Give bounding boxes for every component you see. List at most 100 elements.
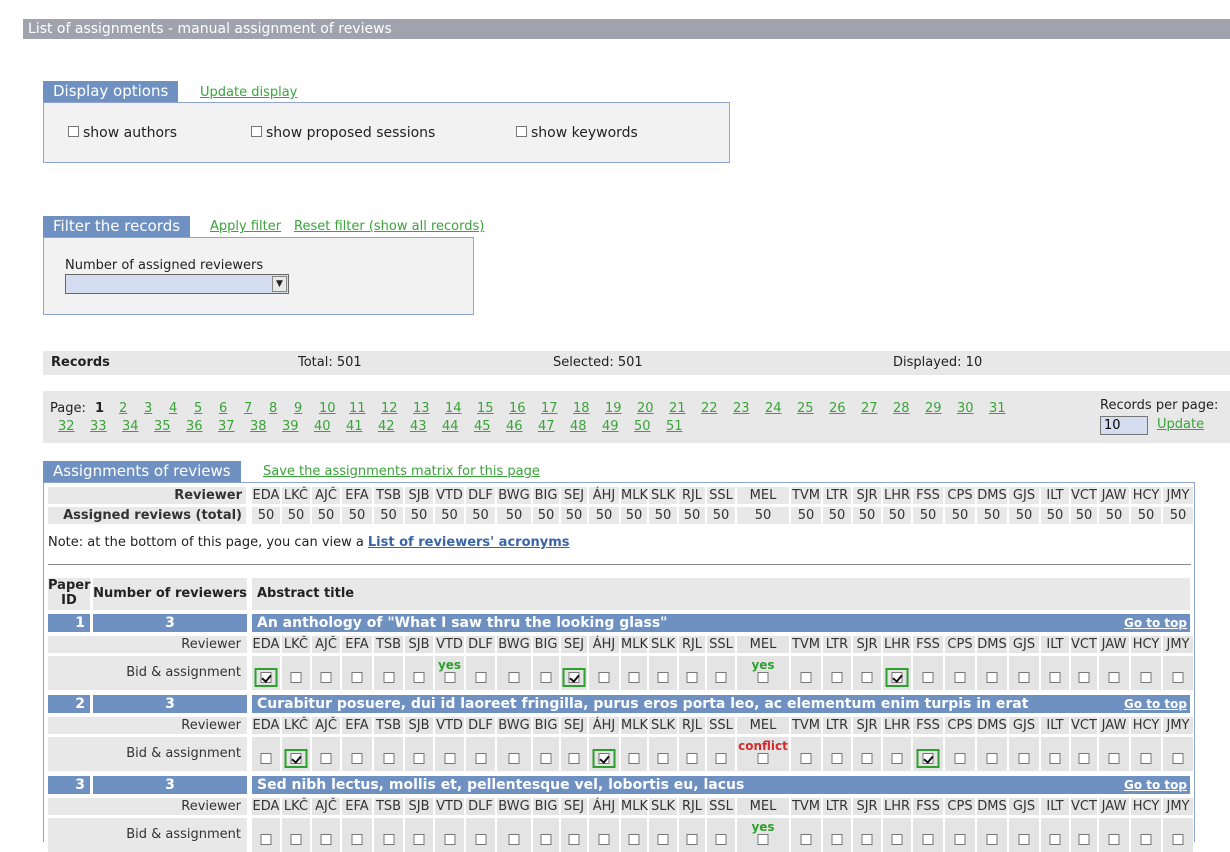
assignment-checkbox[interactable] xyxy=(413,834,425,845)
assignment-checkbox-wrap[interactable] xyxy=(1103,830,1126,849)
assignment-checkbox-wrap[interactable] xyxy=(623,668,646,687)
assignment-checkbox[interactable] xyxy=(508,834,520,845)
assignment-checkbox[interactable] xyxy=(715,672,727,683)
assignment-checkbox-wrap[interactable] xyxy=(681,749,704,768)
assignment-checkbox-wrap[interactable] xyxy=(1044,668,1067,687)
assignment-checkbox[interactable] xyxy=(861,753,873,764)
page-link[interactable]: 18 xyxy=(573,401,590,416)
assignment-checkbox[interactable] xyxy=(757,753,769,764)
assignment-checkbox-wrap[interactable] xyxy=(795,830,818,849)
assignment-checkbox-wrap[interactable] xyxy=(563,749,586,768)
assignment-checkbox[interactable] xyxy=(628,672,640,683)
assignment-checkbox-wrap[interactable] xyxy=(752,830,775,849)
assignment-checkbox[interactable] xyxy=(290,672,302,683)
assignment-checkbox[interactable] xyxy=(800,834,812,845)
assignment-checkbox[interactable] xyxy=(1172,672,1184,683)
assignment-checkbox-wrap[interactable] xyxy=(681,830,704,849)
assignment-checkbox[interactable] xyxy=(568,753,580,764)
assignment-checkbox-wrap[interactable] xyxy=(917,668,940,687)
reset-filter-link[interactable]: Reset filter (show all records) xyxy=(294,219,484,234)
assignment-checkbox-wrap[interactable] xyxy=(346,749,369,768)
assignment-checkbox[interactable] xyxy=(598,672,610,683)
assignment-checkbox-wrap[interactable] xyxy=(652,749,675,768)
page-link[interactable]: 43 xyxy=(410,419,427,434)
go-to-top-link[interactable]: Go to top xyxy=(1124,778,1187,792)
assignment-checkbox[interactable] xyxy=(1108,834,1120,845)
assignment-checkbox-wrap[interactable] xyxy=(886,830,909,849)
assignment-checkbox-wrap[interactable] xyxy=(652,668,675,687)
go-to-top-link[interactable]: Go to top xyxy=(1124,616,1187,630)
assignment-checkbox-wrap[interactable] xyxy=(856,749,879,768)
assignment-checkbox[interactable] xyxy=(540,753,552,764)
assignment-checkbox[interactable] xyxy=(1108,672,1120,683)
assignment-checkbox-wrap[interactable] xyxy=(710,749,733,768)
page-link[interactable]: 32 xyxy=(58,419,75,434)
assignment-checkbox[interactable] xyxy=(1018,672,1030,683)
assignment-checkbox-wrap[interactable] xyxy=(752,749,775,768)
assignment-checkbox[interactable] xyxy=(444,753,455,764)
assignment-checkbox-wrap[interactable] xyxy=(1103,668,1126,687)
assignment-checkbox-wrap[interactable] xyxy=(886,749,909,768)
assignment-checkbox[interactable] xyxy=(831,753,843,764)
assignment-checkbox-wrap[interactable] xyxy=(285,830,308,849)
assignment-checkbox-wrap[interactable] xyxy=(1103,749,1126,768)
assignment-checkbox-wrap[interactable] xyxy=(1135,749,1158,768)
assignment-checkbox-wrap[interactable] xyxy=(255,749,278,768)
page-link[interactable]: 35 xyxy=(154,419,171,434)
assignment-checkbox-wrap[interactable] xyxy=(795,749,818,768)
page-link[interactable]: 41 xyxy=(346,419,363,434)
assignment-checkbox[interactable] xyxy=(540,834,552,845)
page-link[interactable]: 21 xyxy=(669,401,686,416)
apply-filter-link[interactable]: Apply filter xyxy=(210,219,281,234)
assignment-checkbox-wrap[interactable] xyxy=(1073,749,1096,768)
assignment-checkbox-wrap[interactable] xyxy=(1013,749,1036,768)
assignment-checkbox[interactable] xyxy=(290,834,302,845)
assignment-checkbox[interactable] xyxy=(383,834,394,845)
page-link[interactable]: 16 xyxy=(509,401,526,416)
page-link[interactable]: 48 xyxy=(570,419,587,434)
assignment-checkbox[interactable] xyxy=(568,672,580,683)
assignment-checkbox-wrap[interactable] xyxy=(563,830,586,849)
assignment-checkbox[interactable] xyxy=(260,834,272,845)
page-link[interactable]: 28 xyxy=(893,401,910,416)
show-sessions-option[interactable]: show proposed sessions xyxy=(251,125,435,141)
assignment-checkbox-wrap[interactable] xyxy=(949,830,972,849)
assignment-checkbox[interactable] xyxy=(413,753,425,764)
page-link[interactable]: 10 xyxy=(319,401,336,416)
assignment-checkbox[interactable] xyxy=(891,753,903,764)
assignment-checkbox-wrap[interactable] xyxy=(623,830,646,849)
assignment-checkbox-wrap[interactable] xyxy=(826,749,849,768)
assignment-checkbox-wrap[interactable] xyxy=(916,749,940,768)
assignment-checkbox[interactable] xyxy=(657,753,669,764)
assignment-checkbox-wrap[interactable] xyxy=(438,749,461,768)
assignment-checkbox[interactable] xyxy=(628,753,640,764)
assignment-checkbox-wrap[interactable] xyxy=(681,668,704,687)
page-link[interactable]: 4 xyxy=(169,401,177,416)
assignment-checkbox-wrap[interactable] xyxy=(710,668,733,687)
page-link[interactable]: 20 xyxy=(637,401,654,416)
assignment-checkbox-wrap[interactable] xyxy=(1167,830,1190,849)
assignment-checkbox-wrap[interactable] xyxy=(1073,668,1096,687)
update-display-link[interactable]: Update display xyxy=(200,85,297,100)
chevron-down-icon[interactable]: ▼ xyxy=(272,276,287,292)
page-link[interactable]: 49 xyxy=(602,419,619,434)
assignment-checkbox[interactable] xyxy=(351,753,363,764)
assignment-checkbox[interactable] xyxy=(540,672,552,683)
assignment-checkbox[interactable] xyxy=(954,753,966,764)
page-link[interactable]: 2 xyxy=(119,401,127,416)
page-link[interactable]: 8 xyxy=(269,401,277,416)
assignment-checkbox[interactable] xyxy=(986,672,998,683)
show-authors-option[interactable]: show authors xyxy=(68,125,177,141)
assignment-checkbox[interactable] xyxy=(475,834,486,845)
assignment-checkbox[interactable] xyxy=(986,753,998,764)
assignment-checkbox-wrap[interactable] xyxy=(652,830,675,849)
assignment-checkbox[interactable] xyxy=(1140,753,1152,764)
assignment-checkbox[interactable] xyxy=(831,834,843,845)
assignment-checkbox[interactable] xyxy=(1078,753,1090,764)
page-link[interactable]: 25 xyxy=(797,401,814,416)
page-link[interactable]: 31 xyxy=(989,401,1006,416)
assignment-checkbox-wrap[interactable] xyxy=(469,668,492,687)
assignment-checkbox-wrap[interactable] xyxy=(623,749,646,768)
page-link[interactable]: 17 xyxy=(541,401,558,416)
assignment-checkbox[interactable] xyxy=(598,753,610,764)
